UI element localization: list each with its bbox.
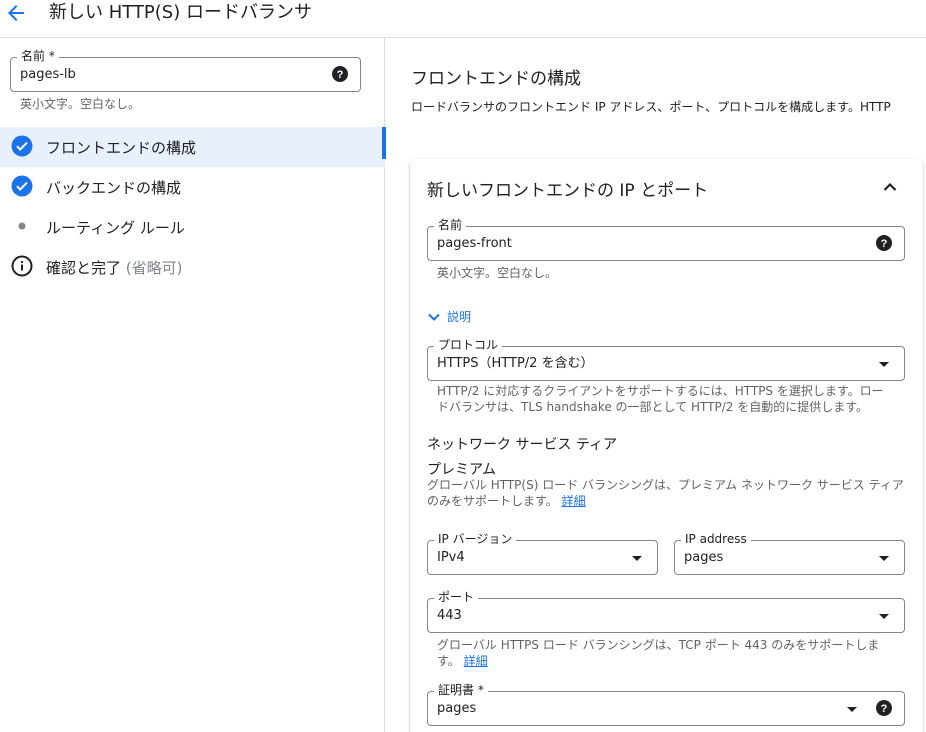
- dropdown-arrow-icon[interactable]: [876, 356, 892, 372]
- card-title: 新しいフロントエンドの IP とポート: [427, 181, 709, 201]
- lb-name-hint: 英小文字。空白なし。: [20, 97, 141, 111]
- port-details-link[interactable]: 詳細: [464, 654, 488, 668]
- help-icon[interactable]: ?: [876, 700, 892, 716]
- port-help: グローバル HTTPS ロード バランシングは、TCP ポート 443 のみをサ…: [437, 638, 880, 668]
- check-circle-icon: [11, 175, 33, 197]
- certificate-value: pages: [437, 701, 477, 716]
- help-icon[interactable]: ?: [876, 235, 892, 251]
- step-routing[interactable]: ルーティング ルール: [0, 207, 385, 247]
- svg-text:?: ?: [337, 69, 344, 81]
- frontend-card: 新しいフロントエンドの IP とポート 名前 pages-front ? 英小文…: [410, 159, 923, 732]
- optional-tag: (省略可): [125, 259, 183, 277]
- section-description: ロードバランサのフロントエンド IP アドレス、ポート、プロトコルを構成します。…: [411, 100, 891, 114]
- svg-text:?: ?: [881, 238, 888, 250]
- network-tier-details-link[interactable]: 詳細: [562, 494, 586, 508]
- dropdown-arrow-icon[interactable]: [876, 550, 892, 566]
- step-backend-label: バックエンドの構成: [46, 179, 182, 197]
- info-icon: [11, 255, 33, 277]
- step-routing-label: ルーティング ルール: [46, 219, 185, 237]
- frontend-name-field[interactable]: 名前 pages-front ?: [427, 218, 905, 261]
- network-tier-label: ネットワーク サービス ティア: [427, 437, 618, 453]
- network-tier-help: グローバル HTTP(S) ロード バランシングは、プレミアム ネットワーク サ…: [427, 478, 904, 508]
- frontend-name-hint: 英小文字。空白なし。: [437, 266, 558, 280]
- port-value: 443: [437, 608, 462, 623]
- frontend-name-value[interactable]: pages-front: [437, 227, 512, 260]
- chevron-up-icon[interactable]: [881, 178, 899, 196]
- main-content: フロントエンドの構成 ロードバランサのフロントエンド IP アドレス、ポート、プ…: [386, 38, 926, 732]
- chevron-down-icon: [428, 313, 440, 321]
- protocol-help: HTTP/2 に対応するクライアントをサポートするには、HTTPS を選択します…: [437, 384, 884, 414]
- step-frontend-label: フロントエンドの構成: [46, 139, 197, 157]
- step-frontend[interactable]: フロントエンドの構成: [0, 127, 386, 167]
- page-title: 新しい HTTP(S) ロードバランサ: [49, 2, 312, 23]
- top-header: 新しい HTTP(S) ロードバランサ: [0, 0, 926, 38]
- port-select[interactable]: ポート 443: [427, 590, 905, 633]
- description-toggle-label: 説明: [447, 310, 472, 324]
- dot-icon: [11, 215, 33, 237]
- network-tier-value: プレミアム: [427, 462, 497, 478]
- lb-name-field[interactable]: 名前 * pages-lb ?: [10, 49, 361, 92]
- check-circle-icon: [11, 135, 33, 157]
- arrow-back-icon[interactable]: [4, 1, 28, 25]
- svg-text:?: ?: [881, 703, 888, 715]
- dropdown-arrow-icon[interactable]: [844, 701, 860, 717]
- wizard-sidebar: 名前 * pages-lb ? 英小文字。空白なし。 フロントエンドの構成 バッ…: [0, 38, 386, 732]
- ip-version-select[interactable]: IP バージョン IPv4: [427, 532, 658, 575]
- step-backend[interactable]: バックエンドの構成: [0, 167, 385, 207]
- protocol-value: HTTPS（HTTP/2 を含む）: [437, 356, 594, 371]
- certificate-select[interactable]: 証明書 * pages ?: [427, 683, 905, 726]
- lb-name-value[interactable]: pages-lb: [20, 58, 76, 91]
- help-icon[interactable]: ?: [332, 66, 348, 82]
- ip-version-value: IPv4: [437, 550, 465, 565]
- section-title: フロントエンドの構成: [411, 69, 581, 89]
- protocol-select[interactable]: プロトコル HTTPS（HTTP/2 を含む）: [427, 338, 905, 381]
- step-review[interactable]: 確認と完了 (省略可): [0, 247, 385, 287]
- dropdown-arrow-icon[interactable]: [876, 608, 892, 624]
- ip-address-value: pages: [684, 550, 724, 565]
- ip-address-select[interactable]: IP address pages: [674, 532, 905, 575]
- step-review-label: 確認と完了 (省略可): [46, 259, 183, 277]
- dropdown-arrow-icon[interactable]: [629, 550, 645, 566]
